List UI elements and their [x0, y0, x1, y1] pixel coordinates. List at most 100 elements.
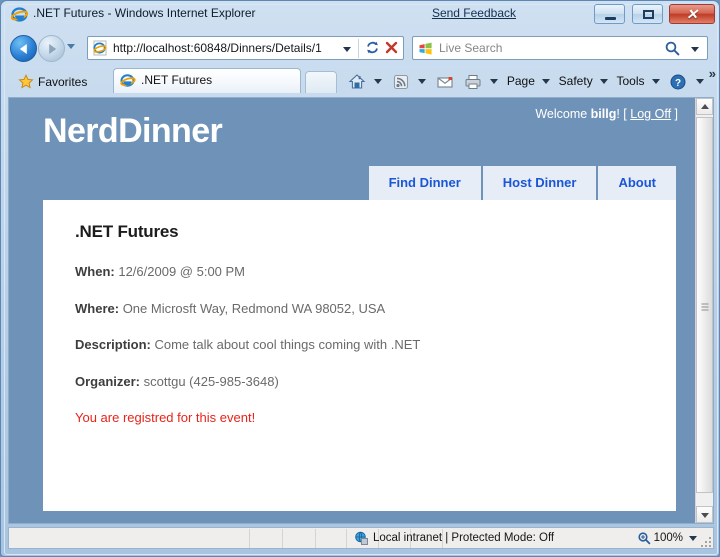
tools-menu[interactable]: Tools [615, 68, 662, 94]
status-divider [249, 529, 250, 548]
window-controls: ✕ [592, 4, 715, 26]
tab-label: .NET Futures [141, 73, 213, 87]
status-divider [346, 529, 347, 548]
overflow-chevron-icon[interactable]: » [709, 66, 716, 81]
log-off-link[interactable]: Log Off [630, 107, 671, 121]
status-divider [315, 529, 316, 548]
dinner-detail-list: When: 12/6/2009 @ 5:00 PM Where: One Mic… [75, 264, 656, 425]
read-mail-button[interactable] [433, 68, 457, 94]
nav-about[interactable]: About [598, 166, 676, 200]
search-input[interactable]: Live Search [412, 36, 708, 60]
internet-explorer-icon [10, 6, 29, 23]
maximize-icon [642, 10, 654, 19]
tools-menu-label: Tools [616, 74, 645, 88]
welcome-suffix: ! [ [616, 107, 631, 121]
stop-icon[interactable] [382, 40, 400, 58]
page-viewport: NerdDinner Welcome billg! [ Log Off ] Fi… [8, 97, 714, 524]
safety-menu[interactable]: Safety [557, 68, 610, 94]
tab-favicon-icon [120, 73, 136, 89]
help-icon: ? [668, 72, 688, 92]
nav-find-dinner[interactable]: Find Dinner [368, 166, 481, 200]
where-value: One Microsft Way, Redmond WA 98052, USA [122, 300, 386, 316]
scroll-down-button[interactable] [696, 506, 713, 523]
detail-row-organizer: Organizer: scottgu (425-985-3648) [75, 374, 656, 390]
address-input[interactable]: http://localhost:60848/Dinners/Details/1 [87, 36, 404, 60]
zoom-level-text[interactable]: 100% [654, 530, 683, 547]
page-favicon-icon [92, 40, 108, 56]
home-button[interactable] [345, 68, 384, 94]
windows-logo-icon [418, 41, 433, 56]
star-icon [18, 74, 34, 90]
address-divider [358, 39, 359, 58]
printer-icon [463, 72, 483, 92]
welcome-username: billg [590, 107, 617, 121]
command-bar: Page Safety Tools ? [345, 68, 706, 94]
zoom-magnifier-icon [637, 531, 651, 545]
forward-arrow-icon [48, 43, 56, 54]
status-bar: Local intranet | Protected Mode: Off 100… [8, 527, 714, 549]
new-tab-button[interactable] [305, 71, 337, 93]
recent-pages-chevron-down-icon[interactable] [67, 44, 75, 49]
forward-button[interactable] [38, 35, 65, 62]
scroll-up-button[interactable] [696, 98, 713, 115]
security-zone-text: Local intranet | Protected Mode: Off [373, 532, 555, 544]
safety-chevron-down-icon [600, 79, 609, 85]
scroll-up-arrow-icon [700, 103, 709, 109]
site-header: NerdDinner Welcome billg! [ Log Off ] Fi… [9, 98, 696, 200]
maximize-button[interactable] [631, 4, 663, 24]
close-icon: ✕ [686, 6, 698, 22]
search-icon[interactable] [664, 40, 681, 57]
search-chevron-down-icon[interactable] [691, 47, 699, 52]
home-chevron-down-icon[interactable] [374, 79, 383, 85]
tab-bar: Favorites .NET Futures Page Safety Tools… [1, 65, 720, 97]
close-button[interactable]: ✕ [669, 4, 715, 24]
site-logo[interactable]: NerdDinner [43, 112, 223, 151]
page-chevron-down-icon [542, 79, 551, 85]
organizer-label: Organizer: [75, 373, 141, 389]
detail-row-when: When: 12/6/2009 @ 5:00 PM [75, 264, 656, 280]
when-value: 12/6/2009 @ 5:00 PM [118, 264, 246, 279]
page-title: .NET Futures [75, 222, 179, 241]
zoom-chevron-down-icon[interactable] [689, 536, 697, 541]
welcome-end: ] [671, 107, 678, 121]
detail-row-where: Where: One Microsft Way, Redmond WA 9805… [75, 301, 656, 317]
minimize-button[interactable] [594, 4, 626, 24]
dinner-details-card: .NET Futures When: 12/6/2009 @ 5:00 PM W… [43, 200, 676, 511]
page-menu[interactable]: Page [505, 68, 552, 94]
when-label: When: [75, 264, 115, 279]
welcome-prefix: Welcome [535, 107, 591, 121]
help-chevron-down-icon[interactable] [695, 79, 704, 85]
search-placeholder-text: Live Search [439, 41, 503, 55]
nerddinner-page: NerdDinner Welcome billg! [ Log Off ] Fi… [9, 98, 696, 523]
registration-notice: You are registred for this event! [75, 410, 256, 426]
scroll-down-arrow-icon [700, 512, 709, 518]
favorites-label: Favorites [38, 75, 88, 89]
help-button[interactable]: ? [666, 68, 705, 94]
minimize-icon [605, 17, 617, 20]
detail-row-description: Description: Come talk about cool things… [75, 337, 656, 353]
favorites-button[interactable]: Favorites [12, 70, 95, 94]
browser-tab[interactable]: .NET Futures [113, 68, 301, 93]
print-chevron-down-icon[interactable] [490, 79, 499, 85]
page-scrollbar-vertical[interactable] [695, 98, 713, 523]
status-divider [282, 529, 283, 548]
back-button[interactable] [10, 35, 37, 62]
feeds-button[interactable] [389, 68, 428, 94]
tools-chevron-down-icon [651, 79, 660, 85]
scrollbar-thumb[interactable] [696, 117, 713, 493]
where-label: Where: [75, 300, 120, 316]
nav-host-dinner[interactable]: Host Dinner [482, 166, 597, 200]
send-feedback-link[interactable]: Send Feedback [432, 6, 516, 20]
title-bar: .NET Futures - Windows Internet Explorer… [1, 1, 720, 29]
print-button[interactable] [461, 68, 500, 94]
feeds-chevron-down-icon[interactable] [418, 79, 427, 85]
welcome-message: Welcome billg! [ Log Off ] [535, 107, 678, 121]
refresh-icon[interactable] [363, 40, 381, 58]
back-arrow-icon [19, 43, 27, 54]
address-chevron-down-icon[interactable] [343, 47, 351, 52]
site-navigation: Find Dinner Host Dinner About [367, 166, 676, 200]
browser-window: .NET Futures - Windows Internet Explorer… [0, 0, 720, 557]
description-value: Come talk about cool things coming with … [154, 337, 421, 353]
resize-grip-icon[interactable] [699, 535, 711, 547]
description-label: Description: [75, 337, 151, 353]
